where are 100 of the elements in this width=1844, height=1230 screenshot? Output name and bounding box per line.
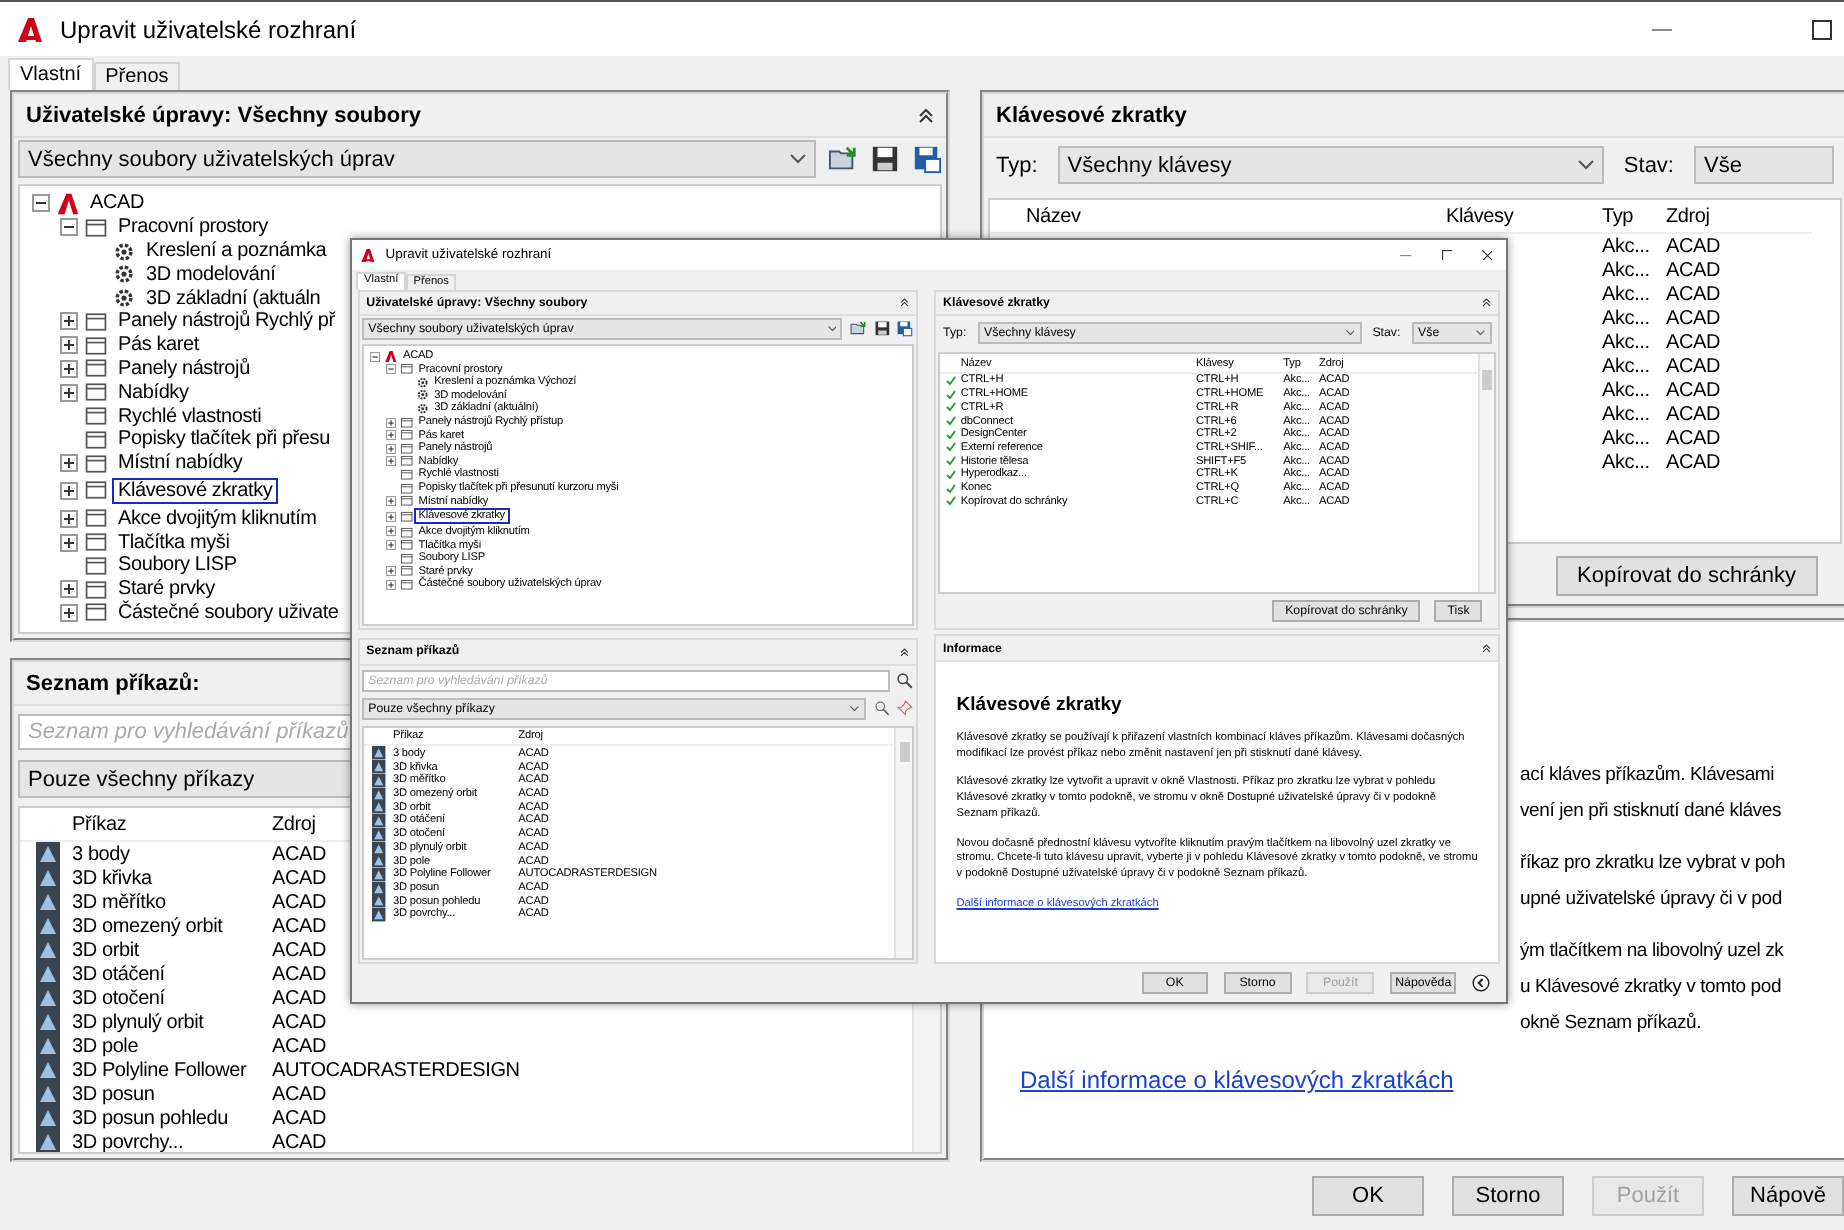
expand-icon[interactable] [60, 359, 78, 378]
collapse-icon[interactable] [1472, 974, 1491, 992]
info-text: u Klávesové zkratky v tomto pod [1520, 974, 1782, 1002]
table-cell-text: 3D křivka [72, 867, 154, 889]
save-as-icon[interactable] [896, 320, 914, 338]
save-icon[interactable] [873, 320, 890, 338]
expand-icon[interactable] [386, 417, 397, 428]
expand-icon[interactable] [60, 533, 78, 552]
field-label: Typ: [996, 153, 1038, 177]
column-header[interactable]: Klávesy [1446, 205, 1602, 227]
command-icon [36, 962, 60, 986]
tree-item[interactable]: Místní nabídky [114, 452, 247, 475]
logo-icon [360, 247, 377, 263]
collapse-icon[interactable] [60, 218, 78, 237]
column-header[interactable]: Příkaz [72, 813, 272, 835]
tree-item[interactable]: ACAD [86, 192, 148, 215]
dropdown[interactable]: Všechny klávesy [1057, 146, 1604, 184]
column-header[interactable]: Zdroj [272, 813, 316, 835]
table-cell-text: Akc... [1602, 355, 1652, 377]
tree-item[interactable]: Částečné soubory uživate [114, 601, 343, 624]
button[interactable]: Kopírovat do schránky [1555, 556, 1818, 596]
tree-item[interactable]: Panely nástrojů [114, 357, 254, 380]
table-cell: ACAD [1666, 427, 1720, 449]
window-icon [84, 356, 108, 381]
tree-item[interactable]: Staré prvky [114, 578, 219, 601]
maximize-icon[interactable] [1812, 19, 1832, 39]
tree-item[interactable]: Popisky tlačítek při přesu [114, 428, 334, 451]
expand-icon[interactable] [386, 579, 397, 590]
table-cell: ACAD [1666, 259, 1720, 281]
table-cell-text: 3D orbit [72, 939, 142, 961]
expand-icon[interactable] [60, 336, 78, 355]
collapse-icon[interactable] [918, 107, 934, 123]
tree-item[interactable]: Pracovní prostory [114, 216, 272, 239]
button[interactable]: Nápově [1732, 1176, 1844, 1216]
table-cell: ACAD [272, 843, 326, 865]
tree-item[interactable]: Tlačítka myši [114, 531, 234, 554]
expand-icon[interactable] [60, 580, 78, 599]
expand-icon[interactable] [60, 603, 78, 622]
tree-item[interactable]: Akce dvojitým kliknutím [114, 507, 321, 530]
tree-item[interactable]: Rychlé vlastnosti [114, 405, 266, 428]
expand-icon[interactable] [386, 456, 397, 467]
info-text: říkaz pro zkratku lze vybrat v poh [1520, 850, 1786, 878]
expand-icon[interactable] [386, 511, 397, 522]
table-cell: ACAD [272, 987, 326, 1009]
scrollbar[interactable] [1477, 354, 1495, 592]
search-icon[interactable] [896, 672, 914, 690]
expand-icon[interactable] [386, 443, 397, 454]
table-cell: ACAD [1666, 235, 1720, 257]
logo-icon [383, 349, 398, 363]
column-header[interactable]: Zdroj [1666, 205, 1710, 227]
expand-icon[interactable] [386, 496, 397, 507]
command-icon [36, 842, 60, 866]
expand-icon[interactable] [60, 509, 78, 528]
tree-item[interactable]: Klávesové zkratky [114, 479, 277, 502]
dropdown[interactable]: Všechny soubory uživatelských úprav [18, 140, 816, 178]
column-header[interactable]: Typ [1602, 205, 1666, 227]
command-icon [36, 1058, 60, 1082]
command-icon [36, 986, 60, 1010]
save-as-icon[interactable] [912, 144, 942, 174]
info-text: vení jen při stisknutí dané kláves [1520, 798, 1781, 826]
tree-item[interactable]: Pás karet [114, 334, 203, 357]
save-icon[interactable] [870, 144, 900, 174]
expand-icon[interactable] [386, 566, 397, 577]
table-cell-text: 3 body [72, 843, 132, 865]
table-cell: ACAD [1666, 307, 1720, 329]
help-link[interactable]: Další informace o klávesových zkratkách [1020, 1062, 1454, 1098]
scrollbar[interactable] [894, 727, 912, 958]
table-cell-text: 3D otočení [72, 987, 167, 1009]
table-cell-text: 3D posun [72, 1083, 157, 1105]
field-label: Stav: [1623, 153, 1674, 177]
window-icon [84, 553, 108, 578]
tree-item[interactable]: Kreslení a poznámka [142, 239, 331, 262]
tree-item[interactable]: Panely nástrojů Rychlý př [114, 310, 339, 333]
window-icon [84, 215, 108, 240]
tree-item[interactable]: Soubory LISP [114, 554, 241, 577]
command-icon [36, 1010, 60, 1034]
expand-icon[interactable] [60, 312, 78, 331]
expand-icon[interactable] [60, 481, 78, 500]
command-icon [36, 1082, 60, 1106]
tree-item[interactable]: 3D modelování [142, 263, 280, 286]
command-icon [36, 890, 60, 914]
expand-icon[interactable] [386, 526, 397, 538]
dropdown[interactable]: Vše [1694, 146, 1834, 184]
button[interactable]: OK [1312, 1176, 1424, 1216]
table-cell: ACAD [272, 1083, 326, 1105]
tab[interactable]: Přenos [93, 62, 181, 90]
open-folder-icon[interactable] [828, 144, 858, 174]
tree-item[interactable]: Nabídky [114, 381, 193, 404]
expand-icon[interactable] [60, 383, 78, 402]
tree-item[interactable]: 3D základní (aktuáln [142, 287, 325, 310]
window-icon [84, 427, 108, 452]
open-folder-icon[interactable] [849, 320, 867, 338]
collapse-icon[interactable] [32, 194, 50, 213]
expand-icon[interactable] [386, 430, 397, 441]
tab[interactable]: Vlastní [8, 58, 94, 90]
expand-icon[interactable] [386, 540, 397, 551]
expand-icon[interactable] [60, 454, 78, 473]
table-cell: ACAD [272, 867, 326, 889]
button[interactable]: Storno [1452, 1176, 1564, 1216]
column-header[interactable]: Název [1026, 205, 1446, 227]
